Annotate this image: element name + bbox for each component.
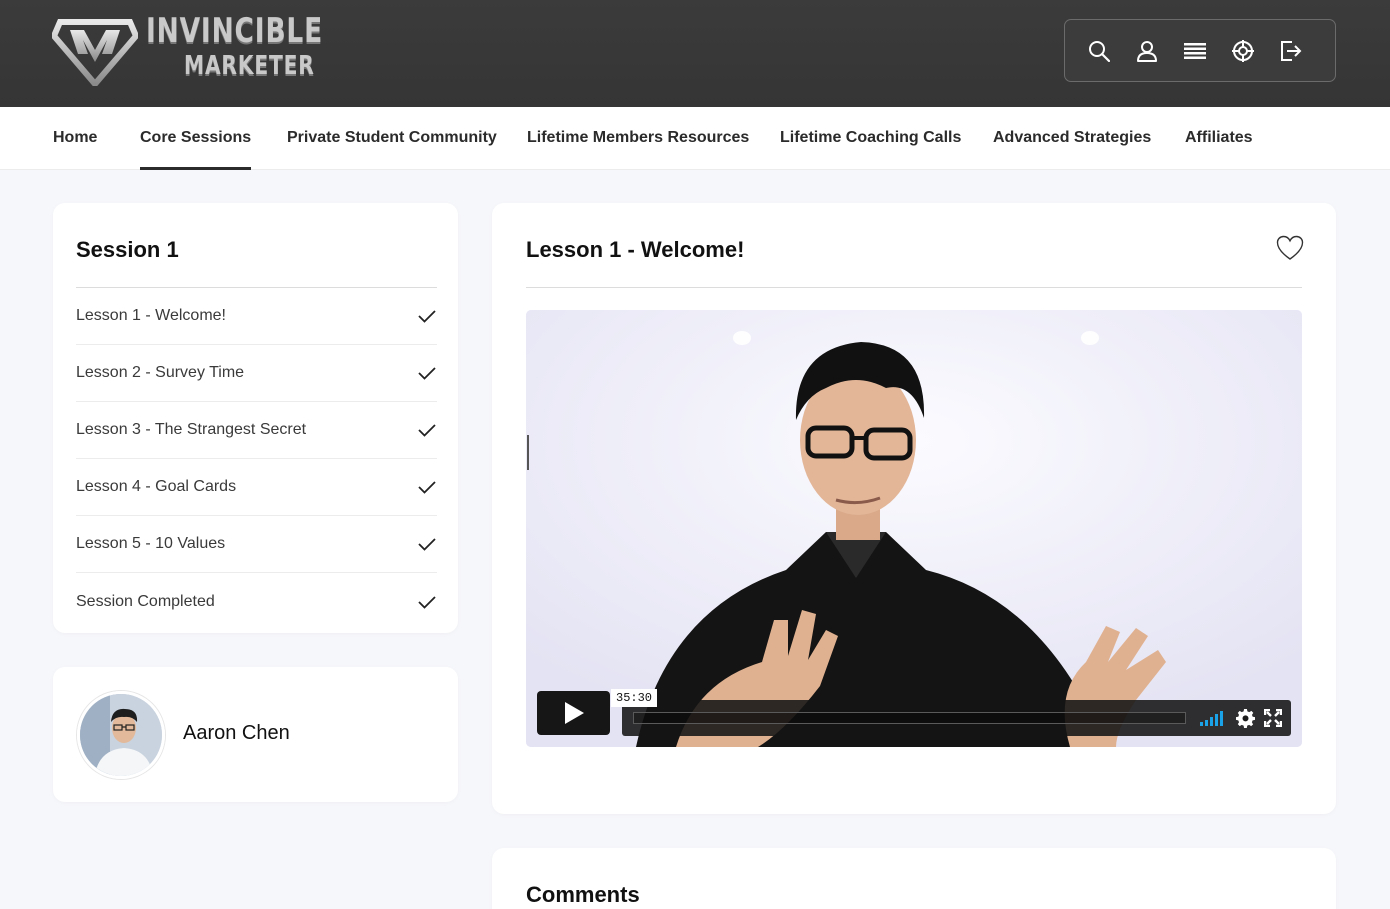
settings-gear-icon[interactable] [1236, 708, 1256, 728]
lesson-label: Lesson 4 - Goal Cards [76, 478, 237, 495]
avatar [77, 691, 165, 779]
author-card: Aaron Chen [53, 667, 458, 802]
lesson-item[interactable]: Lesson 1 - Welcome! [76, 288, 437, 345]
lesson-item[interactable]: Session Completed [76, 573, 437, 630]
progress-bar[interactable] [633, 712, 1186, 724]
lesson-item[interactable]: Lesson 3 - The Strangest Secret [76, 402, 437, 459]
nav-item-lifetime-coaching-calls[interactable]: Lifetime Coaching Calls [780, 107, 961, 170]
lesson-label: Session Completed [76, 592, 215, 610]
logo-emblem-icon [52, 19, 138, 86]
comments-title: Comments [526, 882, 640, 907]
header-toolbar [1064, 19, 1336, 82]
checkmark-icon [418, 595, 436, 609]
title-divider [526, 287, 1302, 288]
brand-logo[interactable]: INVINCIBLE MARKETER [52, 14, 322, 86]
lesson-item[interactable]: Lesson 2 - Survey Time [76, 345, 437, 402]
list-icon[interactable] [1183, 39, 1207, 63]
author-name: Aaron Chen [183, 722, 290, 744]
user-icon[interactable] [1135, 39, 1159, 63]
lesson-item[interactable]: Lesson 4 - Goal Cards [76, 459, 437, 516]
play-icon [564, 702, 584, 724]
video-player[interactable]: 35:30 [526, 310, 1302, 747]
session-title: Session 1 [76, 237, 179, 262]
logo-line-2: MARKETER [184, 51, 315, 81]
nav-item-affiliates[interactable]: Affiliates [1185, 107, 1253, 170]
video-control-bar [622, 700, 1291, 736]
checkmark-icon [418, 481, 436, 494]
video-timecode: 35:30 [611, 689, 658, 707]
checkmark-icon [418, 538, 436, 551]
search-icon[interactable] [1087, 39, 1111, 63]
logo-line-1: INVINCIBLE [146, 11, 324, 51]
lesson-label: Lesson 5 - 10 Values [76, 535, 226, 552]
checkmark-icon [418, 367, 436, 380]
comments-card: Comments [492, 848, 1336, 909]
heart-icon[interactable] [1276, 234, 1304, 262]
video-frame-icon [526, 310, 1302, 747]
play-button[interactable] [537, 691, 610, 735]
lesson-label: Lesson 3 - The Strangest Secret [76, 421, 307, 438]
nav-item-lifetime-members-resources[interactable]: Lifetime Members Resources [527, 107, 749, 170]
checkmark-icon [418, 424, 436, 437]
logout-icon[interactable] [1279, 39, 1303, 63]
avatar-photo-icon [80, 694, 162, 776]
lesson-label: Lesson 2 - Survey Time [76, 364, 245, 381]
top-header: INVINCIBLE MARKETER [0, 0, 1390, 107]
nav-item-home[interactable]: Home [53, 107, 97, 170]
fullscreen-icon[interactable] [1264, 709, 1282, 727]
lesson-label: Lesson 1 - Welcome! [76, 307, 226, 324]
session-card: Session 1 Lesson 1 - Welcome! Lesson 2 -… [53, 203, 458, 633]
nav-item-advanced-strategies[interactable]: Advanced Strategies [993, 107, 1151, 170]
main-nav: Home Core Sessions Private Student Commu… [0, 107, 1390, 170]
nav-item-private-student-community[interactable]: Private Student Community [287, 107, 497, 170]
volume-icon[interactable] [1199, 709, 1227, 727]
lesson-card: Lesson 1 - Welcome! 35:30 [492, 203, 1336, 814]
logo-wordmark: INVINCIBLE MARKETER [146, 14, 322, 79]
lesson-list: Lesson 1 - Welcome! Lesson 2 - Survey Ti… [76, 287, 437, 630]
checkmark-icon [418, 310, 436, 323]
lesson-title: Lesson 1 - Welcome! [526, 237, 745, 262]
lesson-item[interactable]: Lesson 5 - 10 Values [76, 516, 437, 573]
nav-item-core-sessions[interactable]: Core Sessions [140, 107, 252, 170]
support-icon[interactable] [1231, 39, 1255, 63]
